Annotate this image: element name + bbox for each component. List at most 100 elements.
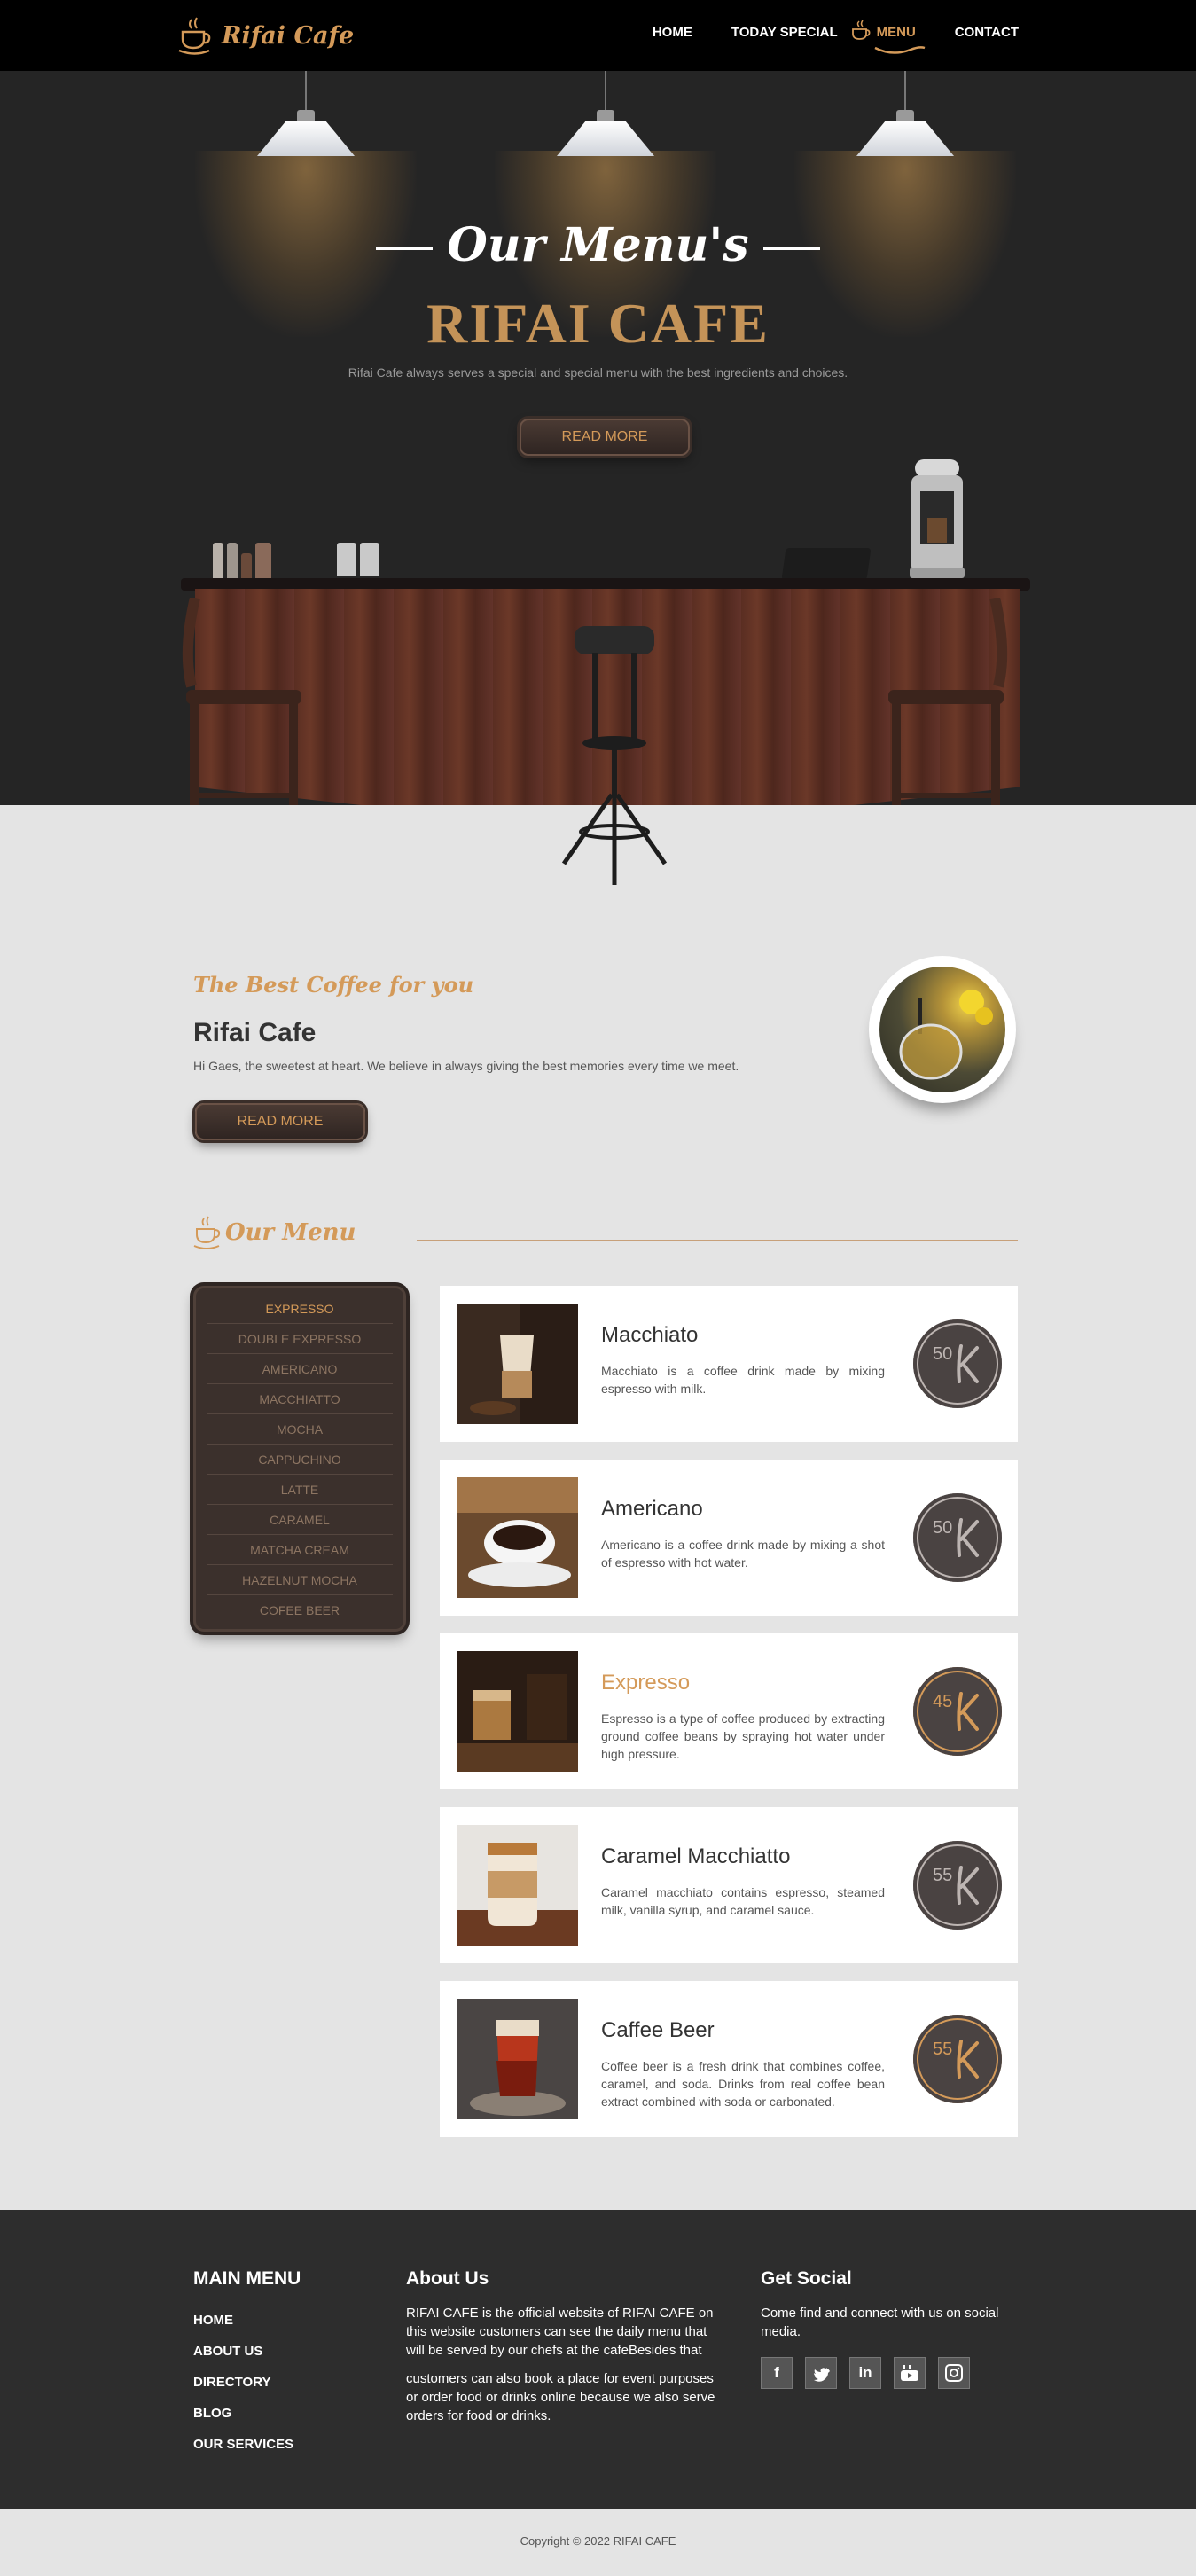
youtube-glyph: [901, 2365, 918, 2381]
twitter-icon[interactable]: [805, 2357, 837, 2389]
category-caramel[interactable]: CARAMEL: [207, 1505, 393, 1535]
menu-card[interactable]: Macchiato Macchiato is a coffee drink ma…: [440, 1286, 1018, 1442]
price-value: 55: [933, 2040, 953, 2059]
menu-item-name: Macchiato: [601, 1323, 699, 1347]
category-cappuchino[interactable]: CAPPUCHINO: [207, 1445, 393, 1475]
americano-photo: [457, 1477, 578, 1598]
category-americano[interactable]: AMERICANO: [207, 1354, 393, 1384]
hero-script-title: Our Menu's: [0, 218, 1196, 272]
brand-name: Rifai Cafe: [222, 21, 355, 50]
footer-link-our-services[interactable]: OUR SERVICES: [193, 2437, 293, 2452]
expresso-photo: [457, 1651, 578, 1772]
price-value: 50: [933, 1518, 953, 1538]
price-badge: 55: [913, 1841, 1002, 1930]
menu-item-name: Caffee Beer: [601, 2018, 715, 2042]
menu-item-desc: Caramel macchiato contains espresso, ste…: [601, 1885, 885, 1917]
k-currency-icon: [957, 1692, 979, 1731]
boxes-illustration: [337, 543, 379, 576]
bar-chair-right: [888, 598, 1008, 805]
menu-item-desc: Espresso is a type of coffee produced by…: [601, 1711, 885, 1761]
facebook-icon[interactable]: f: [761, 2357, 793, 2389]
nav-menu-label: MENU: [876, 25, 916, 40]
about-title: Rifai Cafe: [193, 1018, 317, 1047]
category-expresso[interactable]: EXPRESSO: [207, 1294, 393, 1324]
menu-item-desc: Macchiato is a coffee drink made by mixi…: [601, 1364, 885, 1396]
linkedin-icon[interactable]: in: [849, 2357, 881, 2389]
about-tea-image: [869, 956, 1016, 1103]
divider: [417, 1240, 1018, 1241]
category-mocha[interactable]: MOCHA: [207, 1414, 393, 1445]
footer-social-title: Get Social: [761, 2268, 852, 2289]
menu-card[interactable]: Caramel Macchiatto Caramel macchiato con…: [440, 1807, 1018, 1963]
category-cofee-beer[interactable]: COFEE BEER: [207, 1595, 393, 1625]
menu-item-name: Caramel Macchiatto: [601, 1844, 791, 1868]
footer-link-blog[interactable]: BLOG: [193, 2406, 293, 2421]
footer-about-title: About Us: [406, 2268, 489, 2289]
bar-chair-left: [182, 598, 301, 805]
footer-social-text: Come find and connect with us on social …: [761, 2306, 999, 2339]
menu-item-name: Expresso: [601, 1671, 691, 1695]
nav-contact[interactable]: CONTACT: [955, 25, 1019, 40]
active-underline-swoosh: [874, 46, 926, 54]
price-badge: 50: [913, 1319, 1002, 1408]
copyright-text: Copyright © 2022 RIFAI CAFE: [520, 2534, 676, 2548]
bar-stool-center: [561, 626, 668, 885]
hero-title: RIFAI CAFE: [426, 292, 770, 355]
menu-category-sidebar: EXPRESSO DOUBLE EXPRESSO AMERICANO MACCH…: [193, 1286, 406, 1632]
coffee-cup-icon: [178, 17, 211, 55]
price-badge: 50: [913, 1493, 1002, 1582]
caffee-beer-photo: [457, 1999, 578, 2119]
site-footer: MAIN MENU HOME ABOUT US DIRECTORY BLOG O…: [0, 2210, 1196, 2509]
bottles-illustration: [213, 543, 271, 578]
menu-card[interactable]: Americano Americano is a coffee drink ma…: [440, 1460, 1018, 1616]
nav-menu[interactable]: MENU: [851, 20, 926, 54]
price-value: 45: [933, 1692, 953, 1711]
footer-main-menu-title: MAIN MENU: [193, 2268, 301, 2289]
footer-link-directory[interactable]: DIRECTORY: [193, 2375, 293, 2390]
menu-item-desc: Americano is a coffee drink made by mixi…: [601, 1538, 885, 1570]
footer-main-menu: HOME ABOUT US DIRECTORY BLOG OUR SERVICE…: [193, 2313, 293, 2452]
category-double-expresso[interactable]: DOUBLE EXPRESSO: [207, 1324, 393, 1354]
twitter-glyph: [814, 2368, 830, 2382]
footer-link-about-us[interactable]: ABOUT US: [193, 2344, 293, 2359]
menu-card[interactable]: Expresso Espresso is a type of coffee pr…: [440, 1633, 1018, 1789]
category-matcha-cream[interactable]: MATCHA CREAM: [207, 1535, 393, 1565]
menu-card[interactable]: Caffee Beer Coffee beer is a fresh drink…: [440, 1981, 1018, 2137]
menu-section-heading: Our Menu: [193, 1215, 356, 1250]
category-latte[interactable]: LATTE: [207, 1475, 393, 1505]
price-badge: 55: [913, 2015, 1002, 2103]
cash-register-illustration: [781, 548, 872, 580]
k-currency-icon: [957, 1344, 979, 1383]
nav-home[interactable]: HOME: [653, 25, 692, 40]
instagram-glyph: [945, 2364, 963, 2382]
about-text: Hi Gaes, the sweetest at heart. We belie…: [193, 1059, 739, 1073]
footer-link-home[interactable]: HOME: [193, 2313, 293, 2328]
about-script-title: The Best Coffee for you: [193, 972, 474, 998]
caramel-macchiatto-photo: [457, 1825, 578, 1946]
k-currency-icon: [957, 2040, 979, 2079]
footer-about-text-2: customers can also book a place for even…: [406, 2371, 715, 2423]
coffee-machine-illustration: [910, 459, 965, 578]
hero-read-more-button[interactable]: READ MORE: [520, 419, 690, 456]
top-navbar: Rifai Cafe HOME TODAY SPECIAL MENU CONTA…: [0, 0, 1196, 71]
price-value: 55: [933, 1866, 953, 1885]
nav-today-special[interactable]: TODAY SPECIAL: [731, 25, 838, 40]
category-hazelnut-mocha[interactable]: HAZELNUT MOCHA: [207, 1565, 393, 1595]
price-value: 50: [933, 1344, 953, 1364]
menu-item-desc: Coffee beer is a fresh drink that combin…: [601, 2059, 885, 2109]
coffee-cup-icon: [851, 20, 871, 40]
coffee-cup-icon: [193, 1216, 221, 1249]
youtube-icon[interactable]: [894, 2357, 926, 2389]
price-badge: 45: [913, 1667, 1002, 1756]
k-currency-icon: [957, 1518, 979, 1557]
brand-logo[interactable]: Rifai Cafe: [177, 16, 354, 55]
social-links: f in: [761, 2357, 970, 2389]
menu-heading-text: Our Menu: [225, 1219, 356, 1246]
menu-item-name: Americano: [601, 1497, 703, 1521]
hero-subtitle: Rifai Cafe always serves a special and s…: [348, 365, 848, 380]
k-currency-icon: [957, 1866, 979, 1905]
instagram-icon[interactable]: [938, 2357, 970, 2389]
main-nav: HOME TODAY SPECIAL MENU CONTACT: [653, 20, 1019, 54]
category-macchiatto[interactable]: MACCHIATTO: [207, 1384, 393, 1414]
about-read-more-button[interactable]: READ MORE: [195, 1103, 365, 1140]
